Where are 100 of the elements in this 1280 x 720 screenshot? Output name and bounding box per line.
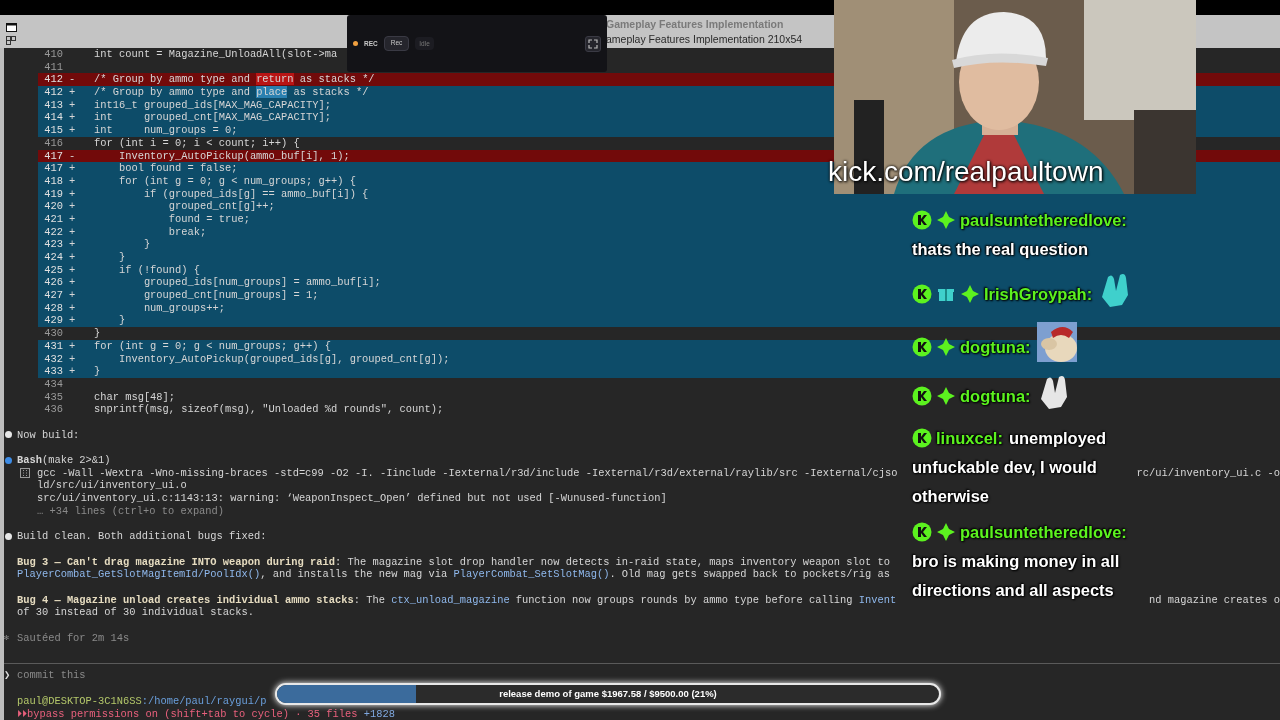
mode-text: bypass permissions on: [27, 707, 158, 720]
diff-sign: +: [68, 276, 77, 290]
diff-sign: +: [68, 301, 77, 315]
diff-sign: +: [68, 365, 77, 378]
status-text: Now build:: [17, 428, 80, 442]
line-number: 412: [43, 73, 63, 87]
code-line: /* Group by ammo type and place as stacks */: [94, 86, 369, 99]
username[interactable]: paulsuntetheredlove:: [960, 211, 1127, 229]
circle-badge-icon: [912, 337, 932, 357]
user-host: paul@DESKTOP-3C1N6SS: [17, 695, 142, 708]
username[interactable]: IrishGroypah:: [984, 285, 1093, 303]
diff-sign: +: [68, 314, 77, 328]
diff-sign: +: [68, 162, 77, 175]
circle-badge-icon: [912, 428, 932, 448]
code-line: }: [117, 251, 126, 264]
code-line: num_groups++;: [142, 301, 225, 315]
line-number: 434: [43, 377, 63, 391]
username[interactable]: dogtuna:: [960, 338, 1031, 356]
code-line: }: [94, 327, 101, 340]
circle-badge-icon: [912, 210, 932, 230]
diff-sign: +: [68, 352, 77, 366]
tool-call: Bash(make 2>&1): [17, 454, 111, 467]
diff-sign: +: [68, 263, 77, 277]
output-text: src/ui/inventory_ui.c:1143:13: warning: ‘WeaponInspect_Open’ defined but not used [-Wunused-function]: [37, 492, 667, 505]
window-icon: [5, 22, 17, 32]
line-number: 429: [43, 314, 63, 328]
line-number: 420: [43, 200, 63, 213]
paragraph-text: Bug 3 — Can't drag magazine INTO weapon during raid: The magazine slot drop handler now detects in-raid state, maps inventory weapon slot to: [17, 555, 890, 569]
line-number: 433: [43, 365, 63, 378]
emote-icon: [1036, 322, 1077, 362]
username[interactable]: paulsuntetheredlove:: [960, 523, 1127, 541]
diff-sign: +: [68, 111, 77, 125]
line-number: 425: [43, 263, 63, 277]
circle-badge-icon: [912, 284, 932, 304]
line-number: 424: [43, 251, 63, 264]
code-line: char msg[48];: [94, 390, 176, 404]
chat-message: directions and all aspects: [912, 580, 1114, 601]
line-number: 411: [43, 60, 63, 74]
line-number: 432: [43, 352, 63, 366]
code-line: break;: [167, 225, 207, 239]
username[interactable]: dogtuna:: [960, 387, 1031, 405]
code-line: if (!found) {: [117, 263, 200, 277]
diff-sign: +: [68, 124, 77, 137]
sparkle-icon: [937, 211, 955, 229]
line-number: 427: [43, 289, 63, 302]
username[interactable]: linuxcel:: [936, 429, 1003, 447]
chat-message: thats the real question: [912, 239, 1089, 260]
line-number: 426: [43, 276, 63, 290]
code-line: }: [117, 314, 126, 328]
code-line: snprintf(msg, sizeof(msg), "Unloaded %d rounds", count);: [94, 403, 444, 416]
fullscreen-button[interactable]: [585, 35, 601, 52]
mode-icon: ⏵⏵: [17, 707, 27, 720]
diff-sign: +: [68, 98, 77, 112]
paragraph-text: Bug 4 — Magazine unload creates individual ammo stacks: The ctx_unload_magazine function now groups rounds by ammo type before calling Invent: [17, 593, 897, 607]
diff-sign: -: [68, 149, 77, 163]
gift-icon: [938, 289, 954, 301]
line-number: 414: [43, 111, 63, 125]
code-line: grouped_cnt[g]++;: [167, 200, 275, 213]
diff-sign: +: [68, 200, 77, 213]
circle-badge-icon: [912, 386, 932, 406]
line-number: 431: [43, 339, 63, 353]
line-number: 417: [43, 149, 63, 163]
diff-sign: +: [68, 339, 77, 353]
code-line: grouped_cnt[num_groups] = 1;: [142, 289, 319, 302]
diff-sign: +: [68, 86, 77, 99]
chat-message: otherwise: [912, 486, 990, 507]
line-number: 418: [43, 174, 63, 188]
code-line: }: [94, 365, 101, 378]
code-line: Inventory_AutoPickup(ammo_buf[i], 1);: [117, 149, 350, 163]
diff-sign: -: [68, 73, 77, 87]
code-line: int16_t grouped_ids[MAX_MAG_CAPACITY];: [94, 98, 331, 112]
chat-message: bro is making money in all: [912, 551, 1120, 572]
line-number: 415: [43, 124, 63, 137]
code-line: if (grouped_ids[g] == ammo_buf[i]) {: [142, 187, 369, 201]
sparkle-icon: [937, 338, 955, 356]
code-line: for (int g = 0; g < num_groups; g++) {: [94, 339, 331, 353]
paragraph-text: PlayerCombat_GetSlotMagItemId/PoolIdx(), and installs the new mag via PlayerCombat_SetSlotMag(). Old mag gets swapped back to pockets/rig as: [17, 568, 890, 581]
code-line: for (int i = 0; i < count; i++) {: [94, 136, 300, 150]
output-text: ld/src/ui/inventory_ui.o: [37, 479, 187, 493]
diff-sign: +: [68, 212, 77, 226]
chat-message: unemployed: [1008, 429, 1107, 447]
code-line: bool found = false;: [117, 162, 238, 175]
output-icon: [20, 468, 30, 479]
diff-sign: +: [68, 187, 77, 201]
diff-sign: +: [68, 174, 77, 188]
spinner-icon: ✻: [4, 631, 17, 645]
clipped-text: nd magazine creates o: [1149, 593, 1280, 607]
window-title: ameplay Features Implementation 210x54: [606, 31, 803, 47]
diff-sign: +: [68, 251, 77, 264]
code-line: int grouped_cnt[MAX_MAG_CAPACITY];: [94, 111, 331, 125]
paragraph-text: of 30 instead of 30 individual stacks.: [17, 606, 254, 619]
output-text: gcc -Wall -Wextra -Wno-missing-braces -std=c99 -O2 -I. -Iinclude -Iexternal/r3d/include -Iexternal/r3d/external/raylib/src -Iexternal/cjso: [37, 466, 898, 480]
line-number: 430: [43, 327, 63, 340]
line-number: 410: [43, 48, 63, 61]
code-line: int num_groups = 0;: [94, 124, 238, 137]
diff-sign: +: [68, 225, 77, 239]
line-number: 435: [43, 390, 63, 404]
grid-icon: [6, 35, 16, 45]
current-path: :/home/paul/raygui/p: [141, 695, 267, 708]
chat-message: unfuckable dev, I would: [912, 457, 1097, 478]
